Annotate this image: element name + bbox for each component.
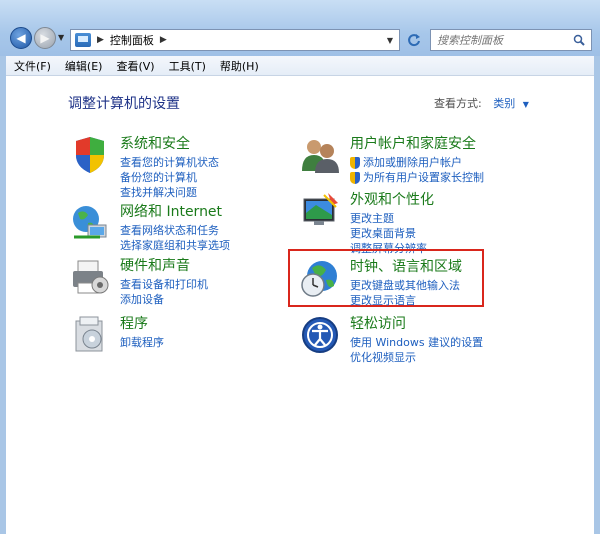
category-programs: 程序 卸载程序 <box>70 315 164 355</box>
link-backup-computer[interactable]: 备份您的计算机 <box>120 170 219 185</box>
recent-pages-dropdown-icon[interactable]: ▼ <box>58 33 64 42</box>
link-change-theme[interactable]: 更改主题 <box>350 211 434 226</box>
menu-tools[interactable]: 工具(T) <box>169 58 206 74</box>
network-globe-icon[interactable] <box>70 203 110 243</box>
system-security-shield-icon[interactable] <box>70 135 110 175</box>
programs-box-icon[interactable] <box>70 315 110 355</box>
page-title: 调整计算机的设置 <box>68 96 180 112</box>
link-view-computer-status[interactable]: 查看您的计算机状态 <box>120 155 219 170</box>
search-input[interactable] <box>437 33 567 47</box>
title-bar: ◀ ▶ ▼ ▶ 控制面板 ▶ ▼ <box>0 0 600 56</box>
forward-button[interactable]: ▶ <box>34 27 56 49</box>
link-find-fix-problems[interactable]: 查找并解决问题 <box>120 185 219 200</box>
back-button[interactable]: ◀ <box>10 27 32 49</box>
main-content: 调整计算机的设置 查看方式: 类别 ▼ 系统和安全 查看您的计算机状态 备份您的… <box>6 77 594 534</box>
category-hardware-sound: 硬件和声音 查看设备和打印机 添加设备 <box>70 257 208 307</box>
appearance-monitor-icon[interactable] <box>300 191 340 231</box>
category-user-accounts: 用户帐户和家庭安全 添加或删除用户帐户 为所有用户设置家长控制 <box>300 135 484 185</box>
category-title-network-internet[interactable]: 网络和 Internet <box>120 203 230 221</box>
view-by-label: 查看方式: <box>434 97 482 110</box>
link-windows-recommended-settings[interactable]: 使用 Windows 建议的设置 <box>350 335 483 350</box>
link-optimize-display[interactable]: 优化视频显示 <box>350 350 483 365</box>
search-icon[interactable] <box>573 34 585 46</box>
link-parental-controls[interactable]: 为所有用户设置家长控制 <box>363 170 484 185</box>
view-by-control: 查看方式: 类别 ▼ <box>434 95 529 111</box>
breadcrumb-arrow-icon[interactable]: ▶ <box>97 35 104 45</box>
address-dropdown-icon[interactable]: ▼ <box>381 30 399 50</box>
menu-view[interactable]: 查看(V) <box>116 58 154 74</box>
link-add-device[interactable]: 添加设备 <box>120 292 208 307</box>
category-title-hardware-sound[interactable]: 硬件和声音 <box>120 257 208 275</box>
link-view-network-status[interactable]: 查看网络状态和任务 <box>120 223 230 238</box>
menu-help[interactable]: 帮助(H) <box>220 58 259 74</box>
link-homegroup-sharing[interactable]: 选择家庭组和共享选项 <box>120 238 230 253</box>
category-system-security: 系统和安全 查看您的计算机状态 备份您的计算机 查找并解决问题 <box>70 135 219 200</box>
category-appearance: 外观和个性化 更改主题 更改桌面背景 调整屏幕分辨率 <box>300 191 434 256</box>
link-add-remove-user[interactable]: 添加或删除用户帐户 <box>363 155 462 170</box>
category-title-clock-language-region[interactable]: 时钟、语言和区域 <box>350 258 462 276</box>
breadcrumb-control-panel[interactable]: 控制面板 <box>110 32 154 48</box>
category-clock-language-region: 时钟、语言和区域 更改键盘或其他输入法 更改显示语言 <box>300 258 462 308</box>
link-devices-printers[interactable]: 查看设备和打印机 <box>120 277 208 292</box>
link-change-display-language[interactable]: 更改显示语言 <box>350 293 462 308</box>
link-change-keyboard-input[interactable]: 更改键盘或其他输入法 <box>350 278 462 293</box>
control-panel-icon <box>75 33 91 47</box>
search-box[interactable] <box>430 29 592 51</box>
uac-shield-icon <box>350 171 360 184</box>
link-uninstall-program[interactable]: 卸载程序 <box>120 335 164 350</box>
ease-of-access-icon[interactable] <box>300 315 340 355</box>
clock-globe-icon[interactable] <box>300 258 340 298</box>
category-title-appearance[interactable]: 外观和个性化 <box>350 191 434 209</box>
category-ease-of-access: 轻松访问 使用 Windows 建议的设置 优化视频显示 <box>300 315 483 365</box>
refresh-icon <box>408 34 420 47</box>
category-title-ease-of-access[interactable]: 轻松访问 <box>350 315 483 333</box>
menu-edit[interactable]: 编辑(E) <box>65 58 103 74</box>
category-title-user-accounts[interactable]: 用户帐户和家庭安全 <box>350 135 484 153</box>
view-by-dropdown[interactable]: 类别 <box>493 97 515 110</box>
category-network-internet: 网络和 Internet 查看网络状态和任务 选择家庭组和共享选项 <box>70 203 230 253</box>
breadcrumb-chevron-icon[interactable]: ▶ <box>160 35 167 45</box>
category-title-system-security[interactable]: 系统和安全 <box>120 135 219 153</box>
address-bar[interactable]: ▶ 控制面板 ▶ ▼ <box>70 29 400 51</box>
user-accounts-icon[interactable] <box>300 135 340 175</box>
menu-file[interactable]: 文件(F) <box>14 58 51 74</box>
refresh-button[interactable] <box>404 31 424 49</box>
uac-shield-icon <box>350 156 360 169</box>
menu-bar: 文件(F) 编辑(E) 查看(V) 工具(T) 帮助(H) <box>6 56 594 76</box>
category-title-programs[interactable]: 程序 <box>120 315 164 333</box>
printer-icon[interactable] <box>70 257 110 297</box>
view-by-arrow-icon[interactable]: ▼ <box>523 100 529 109</box>
link-change-desktop-background[interactable]: 更改桌面背景 <box>350 226 434 241</box>
